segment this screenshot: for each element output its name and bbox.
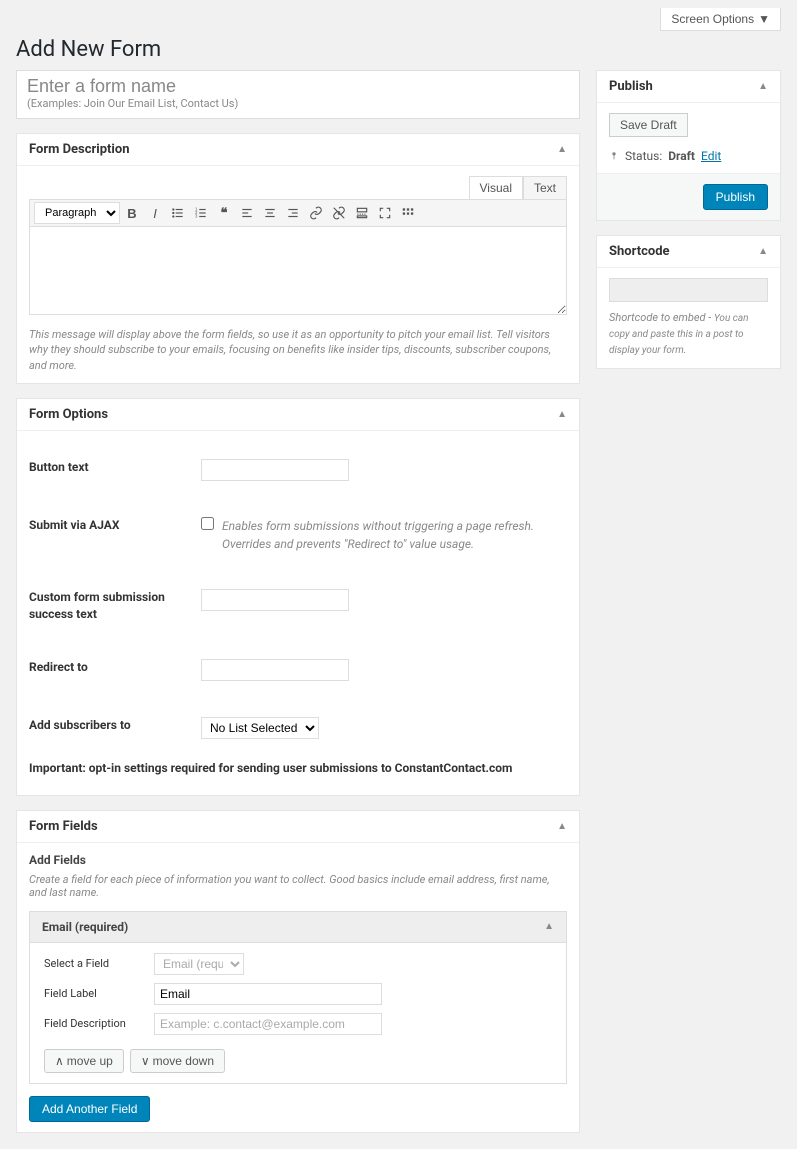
redirect-to-input[interactable] (201, 659, 349, 681)
select-a-field-select[interactable]: Email (required) (154, 953, 244, 975)
form-description-hint: This message will display above the form… (29, 327, 567, 373)
add-subscribers-select[interactable]: No List Selected (201, 717, 319, 739)
tab-text[interactable]: Text (523, 176, 567, 200)
align-center-icon[interactable] (259, 202, 281, 224)
chevron-down-icon: ▼ (758, 12, 770, 26)
editor-textarea[interactable] (29, 227, 567, 315)
shortcode-hint: Shortcode to embed - You can copy and pa… (609, 310, 768, 358)
shortcode-panel: Shortcode ▲ Shortcode to embed - You can… (596, 235, 781, 369)
form-description-heading: Form Description (29, 142, 130, 157)
field-card: Email (required) ▲ Select a Field Email … (29, 911, 567, 1084)
status-label: Status: (625, 149, 662, 163)
screen-options-label: Screen Options (671, 12, 754, 26)
form-name-input[interactable] (27, 76, 569, 97)
button-text-input[interactable] (201, 459, 349, 481)
italic-icon[interactable]: I (144, 202, 166, 224)
publish-panel: Publish ▲ Save Draft Status: Draft Edit … (596, 70, 781, 221)
form-name-box: (Examples: Join Our Email List, Contact … (16, 70, 580, 119)
form-options-panel: Form Options ▲ Button text Submit via AJ… (16, 398, 580, 796)
button-text-label: Button text (29, 459, 201, 476)
form-description-panel: Form Description ▲ Visual Text Paragraph… (16, 133, 580, 384)
shortcode-input[interactable] (609, 278, 768, 302)
select-a-field-label: Select a Field (44, 957, 154, 970)
field-label-input[interactable] (154, 983, 382, 1005)
chevron-up-icon: ∧ (55, 1054, 64, 1068)
add-fields-hint: Create a field for each piece of informa… (29, 873, 567, 899)
publish-button[interactable]: Publish (703, 184, 768, 210)
success-text-input[interactable] (201, 589, 349, 611)
edit-status-link[interactable]: Edit (701, 149, 721, 163)
svg-text:3: 3 (195, 214, 198, 219)
blockquote-icon[interactable]: ❝ (213, 202, 235, 224)
fullscreen-icon[interactable] (374, 202, 396, 224)
toggle-panel-icon[interactable]: ▲ (557, 409, 567, 420)
form-name-examples: (Examples: Join Our Email List, Contact … (27, 97, 569, 110)
align-right-icon[interactable] (282, 202, 304, 224)
toggle-panel-icon[interactable]: ▲ (557, 144, 567, 155)
field-label-label: Field Label (44, 987, 154, 1000)
move-up-button[interactable]: ∧ move up (44, 1049, 124, 1073)
publish-heading: Publish (609, 79, 653, 94)
tab-visual[interactable]: Visual (469, 176, 523, 200)
save-draft-button[interactable]: Save Draft (609, 113, 688, 137)
form-fields-panel: Form Fields ▲ Add Fields Create a field … (16, 810, 580, 1133)
submit-ajax-checkbox[interactable] (201, 517, 214, 530)
bold-icon[interactable]: B (121, 202, 143, 224)
editor-toolbar: Paragraph B I 123 ❝ (29, 199, 567, 227)
toggle-panel-icon[interactable]: ▲ (758, 246, 768, 257)
page-title: Add New Form (16, 37, 781, 62)
form-options-heading: Form Options (29, 407, 108, 422)
pin-icon (609, 149, 619, 163)
unlink-icon[interactable] (328, 202, 350, 224)
move-down-button[interactable]: ∨ move down (130, 1049, 225, 1073)
toolbar-toggle-icon[interactable] (397, 202, 419, 224)
form-fields-heading: Form Fields (29, 819, 98, 834)
success-text-label: Custom form submission success text (29, 589, 201, 623)
toggle-panel-icon[interactable]: ▲ (758, 81, 768, 92)
numbered-list-icon[interactable]: 123 (190, 202, 212, 224)
screen-options-button[interactable]: Screen Options ▼ (660, 8, 781, 31)
toggle-field-icon[interactable]: ▲ (544, 921, 554, 932)
link-icon[interactable] (305, 202, 327, 224)
status-value: Draft (668, 149, 695, 163)
submit-ajax-desc: Enables form submissions without trigger… (222, 517, 567, 553)
field-card-title: Email (required) (42, 920, 128, 934)
toggle-panel-icon[interactable]: ▲ (557, 821, 567, 832)
chevron-down-icon: ∨ (141, 1054, 150, 1068)
submit-ajax-label: Submit via AJAX (29, 517, 201, 534)
read-more-icon[interactable] (351, 202, 373, 224)
align-left-icon[interactable] (236, 202, 258, 224)
format-select[interactable]: Paragraph (34, 202, 120, 224)
optin-important-note: Important: opt-in settings required for … (29, 757, 567, 785)
bulleted-list-icon[interactable] (167, 202, 189, 224)
add-fields-title: Add Fields (29, 853, 567, 867)
add-another-field-button[interactable]: Add Another Field (29, 1096, 150, 1122)
shortcode-heading: Shortcode (609, 244, 670, 259)
add-subscribers-label: Add subscribers to (29, 717, 201, 734)
redirect-to-label: Redirect to (29, 659, 201, 676)
